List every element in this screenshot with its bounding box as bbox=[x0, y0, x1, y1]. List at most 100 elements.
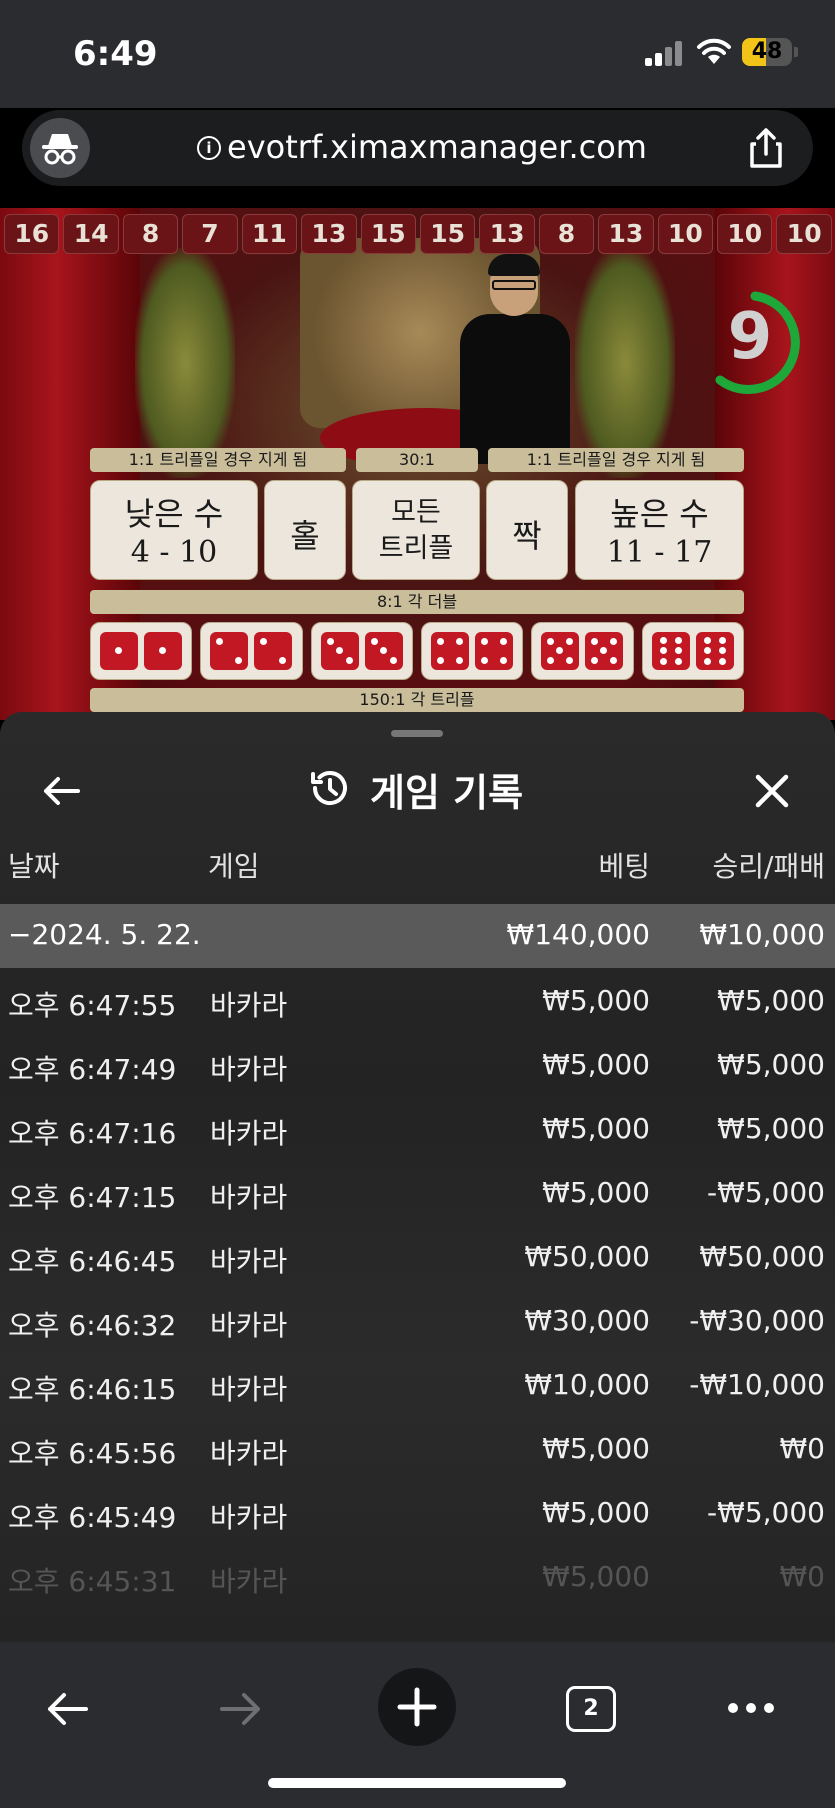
bet-double-3[interactable] bbox=[310, 622, 413, 680]
die-five-icon bbox=[585, 632, 624, 670]
row-bet: ₩10,000 bbox=[524, 1368, 650, 1401]
bet-even[interactable]: 짝 bbox=[486, 480, 568, 580]
column-header-game: 게임 bbox=[208, 850, 260, 883]
table-row[interactable]: 오후 6:45:31 바카라 ₩5,000 ₩0 bbox=[0, 1544, 835, 1608]
history-icon bbox=[311, 771, 347, 805]
small-odds-label: 1:1 트리플일 경우 지게 됨 bbox=[90, 448, 346, 472]
row-game: 바카라 bbox=[210, 1565, 288, 1598]
row-winloss: ₩5,000 bbox=[717, 1048, 825, 1081]
date-group-date: −2024. 5. 22. bbox=[8, 918, 201, 951]
browser-back-icon[interactable] bbox=[42, 1684, 92, 1734]
result-chip: 15 bbox=[360, 214, 416, 254]
url-text[interactable]: evotrf.ximaxmanager.com bbox=[227, 128, 647, 166]
bet-even-label: 짝 bbox=[512, 517, 542, 555]
bet-double-4[interactable] bbox=[420, 622, 524, 680]
incognito-icon bbox=[42, 134, 78, 165]
bet-small[interactable]: 낮은 수 4 - 10 bbox=[90, 480, 258, 580]
die-two-icon bbox=[210, 632, 249, 670]
row-time: 오후 6:45:49 bbox=[8, 1501, 177, 1534]
bet-any-triple-line2: 트리플 bbox=[378, 533, 454, 564]
column-header-date: 날짜 bbox=[8, 850, 60, 883]
table-row[interactable]: 오후 6:47:49 바카라 ₩5,000 ₩5,000 bbox=[0, 1032, 835, 1096]
die-three-icon bbox=[364, 632, 403, 670]
cellular-signal-icon bbox=[645, 40, 683, 66]
dealer-figure bbox=[460, 248, 570, 468]
status-time: 6:49 bbox=[73, 34, 158, 74]
bet-small-range: 4 - 10 bbox=[130, 535, 218, 570]
table-row[interactable]: 오후 6:45:49 바카라 ₩5,000 -₩5,000 bbox=[0, 1480, 835, 1544]
bet-big-range: 11 - 17 bbox=[606, 535, 713, 570]
bet-double-5[interactable] bbox=[531, 622, 634, 680]
result-chip: 15 bbox=[419, 214, 476, 254]
date-group-row[interactable]: −2024. 5. 22. ₩140,000 ₩10,000 bbox=[0, 904, 835, 968]
wifi-icon bbox=[697, 38, 731, 64]
close-icon[interactable] bbox=[748, 767, 796, 815]
new-tab-button[interactable] bbox=[378, 1668, 456, 1746]
row-bet: ₩30,000 bbox=[524, 1304, 650, 1337]
die-six-icon bbox=[695, 632, 734, 670]
table-row[interactable]: 오후 6:47:55 바카라 ₩5,000 ₩5,000 bbox=[0, 968, 835, 1032]
bet-any-triple[interactable]: 모든 트리플 bbox=[352, 480, 480, 580]
panel-grabber[interactable] bbox=[391, 730, 443, 737]
home-indicator[interactable] bbox=[268, 1778, 566, 1788]
site-info-icon[interactable]: i bbox=[197, 136, 221, 160]
row-bet: ₩5,000 bbox=[542, 1048, 650, 1081]
row-winloss: -₩10,000 bbox=[689, 1368, 825, 1401]
row-time: 오후 6:46:32 bbox=[8, 1309, 177, 1342]
browser-forward-icon[interactable] bbox=[216, 1684, 266, 1734]
triple-odds-label: 150:1 각 트리플 bbox=[90, 688, 744, 712]
bet-odd[interactable]: 홀 bbox=[264, 480, 346, 580]
bet-big[interactable]: 높은 수 11 - 17 bbox=[575, 480, 744, 580]
row-bet: ₩5,000 bbox=[542, 1496, 650, 1529]
die-one-icon bbox=[100, 632, 139, 670]
game-history-panel: 게임 기록 날짜 게임 베팅 승리/패배 −2024. 5. 22. ₩140,… bbox=[0, 712, 835, 1642]
row-time: 오후 6:47:15 bbox=[8, 1181, 177, 1214]
table-row[interactable]: 오후 6:46:45 바카라 ₩50,000 ₩50,000 bbox=[0, 1224, 835, 1288]
incognito-button[interactable] bbox=[30, 118, 90, 178]
address-bar[interactable]: i evotrf.ximaxmanager.com bbox=[22, 110, 813, 186]
bet-big-title: 높은 수 bbox=[610, 495, 709, 533]
result-chip: 8 bbox=[538, 214, 595, 254]
bet-double-1[interactable] bbox=[90, 622, 193, 680]
die-five-icon bbox=[541, 632, 580, 670]
die-three-icon bbox=[320, 632, 359, 670]
result-chip: 13 bbox=[301, 214, 357, 254]
row-bet: ₩5,000 bbox=[542, 1176, 650, 1209]
row-winloss: ₩0 bbox=[779, 1560, 826, 1593]
row-bet: ₩50,000 bbox=[524, 1240, 650, 1273]
row-time: 오후 6:46:45 bbox=[8, 1245, 177, 1278]
row-bet: ₩5,000 bbox=[542, 1112, 650, 1145]
result-chip: 10 bbox=[776, 214, 832, 254]
table-row[interactable]: 오후 6:46:15 바카라 ₩10,000 -₩10,000 bbox=[0, 1352, 835, 1416]
row-bet: ₩5,000 bbox=[542, 1432, 650, 1465]
back-arrow-icon[interactable] bbox=[38, 767, 86, 815]
plant-left bbox=[135, 248, 235, 478]
share-icon[interactable] bbox=[742, 124, 790, 172]
table-row[interactable]: 오후 6:47:16 바카라 ₩5,000 ₩5,000 bbox=[0, 1096, 835, 1160]
row-game: 바카라 bbox=[210, 1373, 288, 1406]
table-row[interactable]: 오후 6:46:32 바카라 ₩30,000 -₩30,000 bbox=[0, 1288, 835, 1352]
bet-double-6[interactable] bbox=[641, 622, 744, 680]
plant-right bbox=[575, 248, 675, 478]
row-bet: ₩5,000 bbox=[542, 1560, 650, 1593]
bet-double-2[interactable] bbox=[200, 622, 303, 680]
bet-small-title: 낮은 수 bbox=[124, 495, 224, 533]
row-winloss: -₩5,000 bbox=[707, 1496, 825, 1529]
table-row[interactable]: 오후 6:45:56 바카라 ₩5,000 ₩0 bbox=[0, 1416, 835, 1480]
battery-tip bbox=[794, 47, 798, 57]
more-options-icon[interactable] bbox=[726, 1698, 776, 1718]
game-video[interactable]: 16 14 8 7 11 13 15 15 13 8 13 10 10 10 9… bbox=[0, 208, 835, 720]
row-game: 바카라 bbox=[210, 1245, 288, 1278]
date-group-winloss-total: ₩10,000 bbox=[699, 918, 825, 951]
tab-switcher-button[interactable]: 2 bbox=[566, 1686, 616, 1732]
row-winloss: -₩5,000 bbox=[707, 1176, 825, 1209]
row-game: 바카라 bbox=[210, 1501, 288, 1534]
row-time: 오후 6:46:15 bbox=[8, 1373, 177, 1406]
table-row[interactable]: 오후 6:47:15 바카라 ₩5,000 -₩5,000 bbox=[0, 1160, 835, 1224]
row-time: 오후 6:47:16 bbox=[8, 1117, 177, 1150]
result-chip: 7 bbox=[182, 214, 238, 254]
row-bet: ₩5,000 bbox=[542, 984, 650, 1017]
bet-odd-label: 홀 bbox=[290, 517, 320, 555]
row-game: 바카라 bbox=[210, 989, 288, 1022]
row-game: 바카라 bbox=[210, 1053, 288, 1086]
